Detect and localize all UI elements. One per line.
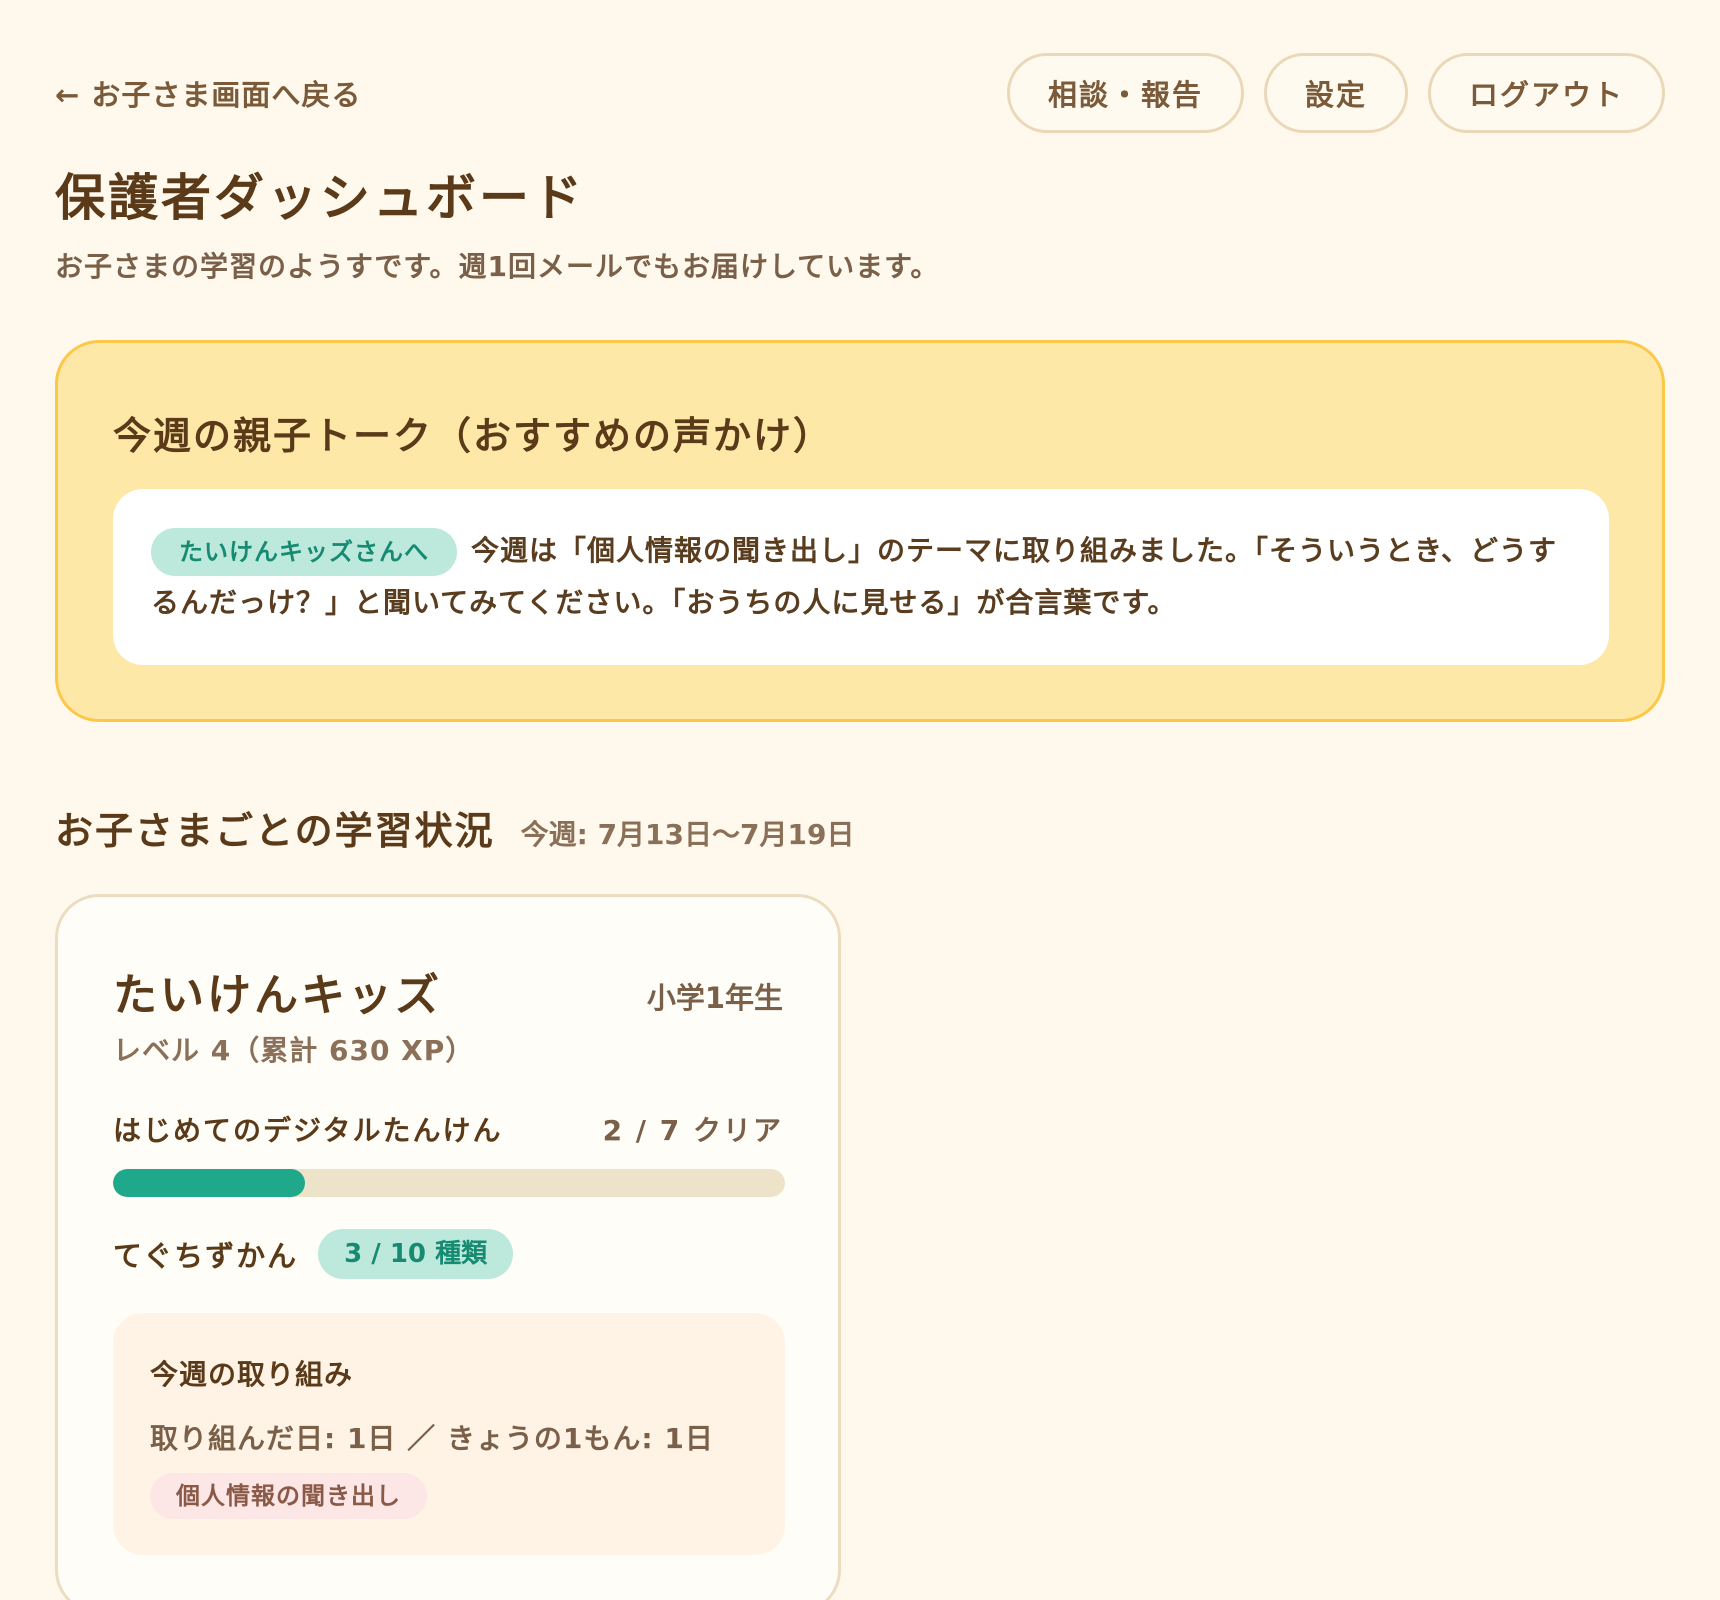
child-name: たいけんキッズ: [113, 970, 442, 1021]
course-row: はじめてのデジタルたんけん 2 / 7 クリア: [113, 1109, 783, 1149]
course-name: はじめてのデジタルたんけん: [113, 1114, 503, 1147]
theme-tag: 個人情報の聞き出し: [150, 1473, 427, 1519]
weekly-title: 今週の取り組み: [150, 1358, 354, 1391]
course-progress-count: 2 / 7 クリア: [602, 1114, 783, 1147]
talk-title: 今週の親子トーク（おすすめの声かけ）: [113, 414, 834, 458]
zukan-label: てぐちずかん: [113, 1239, 299, 1273]
header-nav: 相談・報告 設定 ログアウト: [1006, 53, 1665, 133]
week-range: 今週: 7月13日〜7月19日: [520, 818, 855, 851]
course-progress-bar: [113, 1169, 785, 1197]
settings-button[interactable]: 設定: [1263, 53, 1408, 133]
child-grade: 小学1年生: [646, 981, 783, 1015]
consult-report-button[interactable]: 相談・報告: [1006, 53, 1244, 133]
weekly-activity-box: 今週の取り組み 取り組んだ日: 1日 ／ きょうの1もん: 1日 個人情報の聞き…: [113, 1313, 785, 1555]
top-bar: ← お子さま画面へ戻る 相談・報告 設定 ログアウト: [55, 52, 1665, 134]
weekly-talk-card: 今週の親子トーク（おすすめの声かけ） たいけんキッズさんへ 今週は「個人情報の聞き…: [55, 340, 1665, 722]
parent-dashboard-page: ← お子さま画面へ戻る 相談・報告 設定 ログアウト 保護者ダッシュボード お子…: [0, 0, 1720, 1600]
page-title: 保護者ダッシュボード: [55, 169, 585, 227]
talk-message-box: たいけんキッズさんへ 今週は「個人情報の聞き出し」のテーマに取り組みました。「そう…: [113, 489, 1609, 665]
back-to-child-link[interactable]: ← お子さま画面へ戻る: [55, 72, 361, 114]
course-progress-fill: [113, 1169, 305, 1197]
child-name-chip: たいけんキッズさんへ: [151, 528, 457, 576]
child-level: レベル 4（累計 630 XP）: [113, 1034, 475, 1067]
weekly-stats: 取り組んだ日: 1日 ／ きょうの1もん: 1日: [150, 1422, 714, 1455]
children-section-header: お子さまごとの学習状況 今週: 7月13日〜7月19日: [55, 800, 854, 855]
logout-button[interactable]: ログアウト: [1427, 53, 1665, 133]
section-title: お子さまごとの学習状況: [55, 809, 495, 853]
page-subtitle: お子さまの学習のようすです。週1回メールでもお届けしています。: [55, 250, 940, 283]
zukan-count-badge: 3 / 10 種類: [318, 1229, 514, 1279]
zukan-row: てぐちずかん 3 / 10 種類: [113, 1229, 514, 1279]
child-status-card: たいけんキッズ 小学1年生 レベル 4（累計 630 XP） はじめてのデジタル…: [55, 894, 841, 1600]
